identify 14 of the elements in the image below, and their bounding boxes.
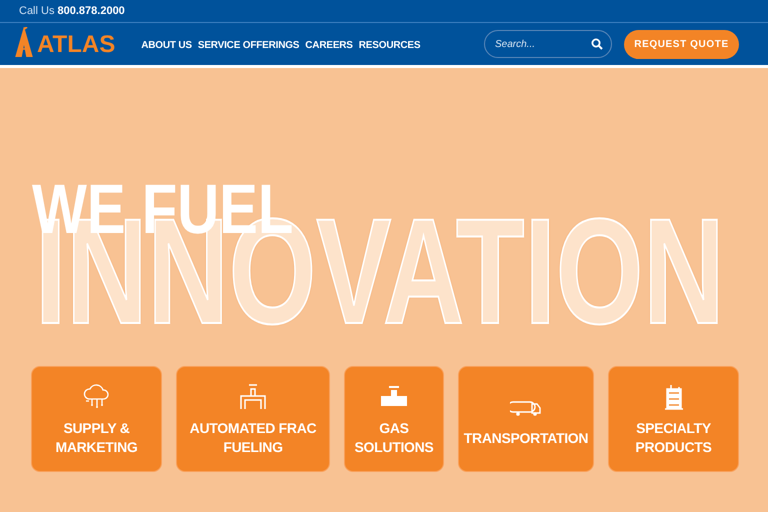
nav-link[interactable]: SERVICE OFFERINGS [198, 40, 300, 51]
request-quote-button[interactable]: REQUEST QUOTE [624, 30, 739, 58]
service-card[interactable]: SPECIALTY PRODUCTS [608, 366, 739, 472]
phone-number: Call Us 800.878.2000 [19, 5, 125, 17]
service-card[interactable]: AUTOMATED FRAC FUELING [176, 366, 330, 472]
search-icon[interactable] [591, 38, 603, 50]
nav-link[interactable]: ABOUT US [141, 40, 192, 51]
atlas-logo[interactable]: ATLAS [13, 27, 116, 57]
service-card[interactable]: TRANSPORTATION [458, 366, 594, 472]
service-card[interactable]: GAS SOLUTIONS [344, 366, 444, 472]
nav-link[interactable]: RESOURCES [358, 40, 420, 51]
nav-link[interactable]: CAREERS [305, 40, 353, 51]
search-field[interactable]: Search... [484, 30, 612, 58]
service-card[interactable]: SUPPLY & MARKETING [31, 366, 162, 472]
